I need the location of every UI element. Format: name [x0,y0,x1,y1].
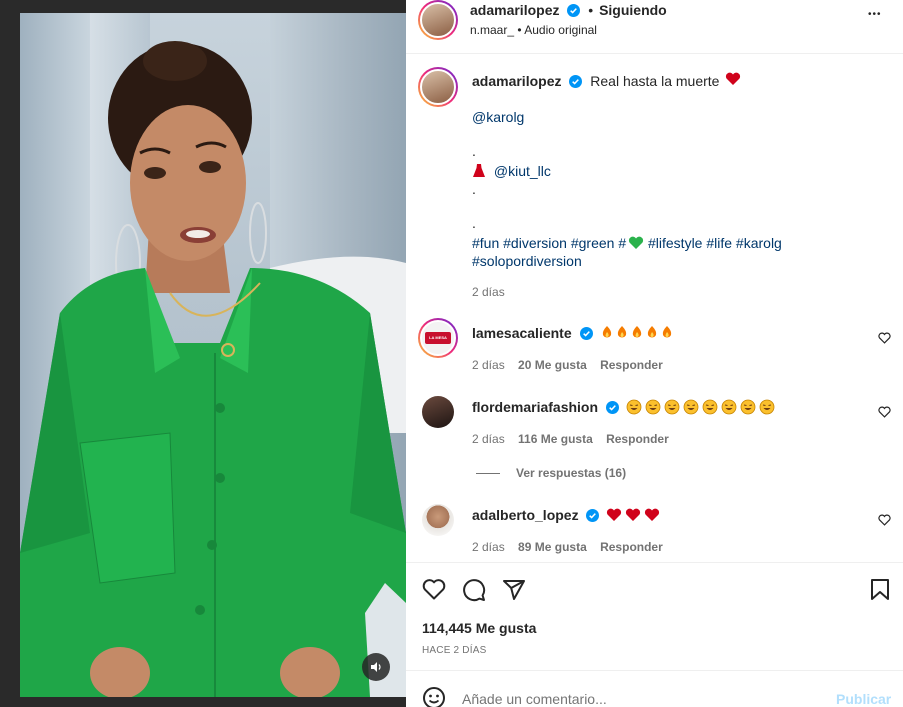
caption-dress-mention[interactable]: @kiut_llc [494,163,551,179]
comment-like-heart-icon[interactable] [878,406,891,418]
comment-reply-button[interactable]: Responder [600,358,663,372]
audio-label[interactable]: Audio original [524,23,597,37]
like-heart-icon[interactable] [422,578,446,600]
comment-time[interactable]: 2 días [472,540,505,554]
audio-separator: • [517,23,522,37]
caption-dot-1: . [472,143,476,159]
comment-meta-2: 2 días 116 Me gusta Responder [472,432,669,446]
comment-like-heart-icon[interactable] [878,514,891,526]
comment-time[interactable]: 2 días [472,358,505,372]
comment-username[interactable]: adalberto_lopez [472,507,579,523]
comment-username[interactable]: flordemariafashion [472,399,598,415]
actions-divider [406,562,903,563]
speaker-icon [371,662,381,672]
caption-dot-2: . [472,181,476,197]
caption-dress-line: @kiut_llc [472,163,551,179]
comment-time[interactable]: 2 días [472,432,505,446]
audio-toggle-button[interactable] [362,653,390,681]
comment-likes[interactable]: 89 Me gusta [518,540,587,554]
comment-reply-button[interactable]: Responder [606,432,669,446]
comment-reply-button[interactable]: Responder [600,540,663,554]
caption-author[interactable]: adamarilopez [472,73,561,89]
post-timestamp[interactable]: HACE 2 DÍAS [422,645,486,656]
fire-emoji-icon [603,326,672,338]
emoji-picker-icon[interactable] [422,686,446,707]
post-side-panel: adamarilopez • Siguiendo n.maar_ • Audio… [406,0,903,707]
share-paper-plane-icon[interactable] [502,578,526,602]
caption-author-avatar[interactable] [418,67,458,107]
more-options-button[interactable]: ••• [868,9,882,20]
verified-badge-icon [567,4,581,17]
verified-badge-icon [586,509,600,522]
comment-avatar-lamesacaliente[interactable]: LA MESA CALIENTE [418,318,458,358]
save-bookmark-icon[interactable] [870,578,890,602]
red-heart-emoji-icon [726,72,741,85]
video-frame[interactable] [20,13,406,697]
audio-info[interactable]: n.maar_ • Audio original [470,23,597,37]
comment-line-3: adalberto_lopez [472,507,662,523]
view-replies-line [476,473,500,474]
comment-avatar-logo-text: LA MESA CALIENTE [425,332,451,344]
hashtags-part-b[interactable]: #lifestyle #life #karolg [648,235,782,251]
comment-avatar-flordemariafashion[interactable] [422,396,454,428]
comment-meta-1: 2 días 20 Me gusta Responder [472,358,663,372]
comment-line-2: flordemariafashion [472,399,778,415]
dress-emoji-icon [473,164,485,177]
audio-user[interactable]: n.maar_ [470,23,514,37]
view-replies-button[interactable]: Ver respuestas (16) [516,466,626,480]
comment-input-divider [406,670,903,671]
caption-dot-3: . [472,215,476,231]
caption-hashtags-line-2[interactable]: #solopordiversion [472,253,582,269]
caption-line: adamarilopez Real hasta la muerte [472,72,741,89]
caption-time[interactable]: 2 días [472,285,505,299]
comment-like-heart-icon[interactable] [878,332,891,344]
comment-input[interactable] [462,688,792,707]
post-media[interactable] [0,0,406,707]
likes-count[interactable]: 114,445 Me gusta [422,620,536,636]
comment-avatar-adalberto-lopez[interactable] [422,504,454,536]
green-heart-emoji-icon [629,236,644,249]
red-hearts-emoji-icon [607,508,660,521]
comment-username[interactable]: lamesacaliente [472,325,572,341]
publish-button[interactable]: Publicar [836,691,891,707]
verified-badge-icon [605,401,619,414]
caption-mention[interactable]: @karolg [472,109,524,125]
caption-text: Real hasta la muerte [590,73,720,89]
person-illustration [20,41,406,697]
author-avatar[interactable] [418,0,458,40]
follow-status-button[interactable]: Siguiendo [599,2,667,18]
post-header: adamarilopez • Siguiendo n.maar_ • Audio… [406,0,903,54]
verified-badge-icon [579,327,593,340]
author-username[interactable]: adamarilopez [470,2,559,18]
fire-emojis [599,325,679,341]
author-name-row: adamarilopez • Siguiendo [470,2,667,18]
header-separator: • [588,2,594,18]
comment-likes[interactable]: 116 Me gusta [518,432,593,446]
comment-bubble-icon[interactable] [462,578,486,602]
caption-hashtags-line-1[interactable]: #fun #diversion #green # #lifestyle #lif… [472,235,782,251]
comment-line-1: lamesacaliente [472,325,679,341]
comment-likes[interactable]: 20 Me gusta [518,358,587,372]
verified-badge-icon [569,75,583,88]
hashtags-part-a[interactable]: #fun #diversion #green # [472,235,626,251]
comment-meta-3: 2 días 89 Me gusta Responder [472,540,663,554]
laughing-emoji-icon [626,399,775,415]
